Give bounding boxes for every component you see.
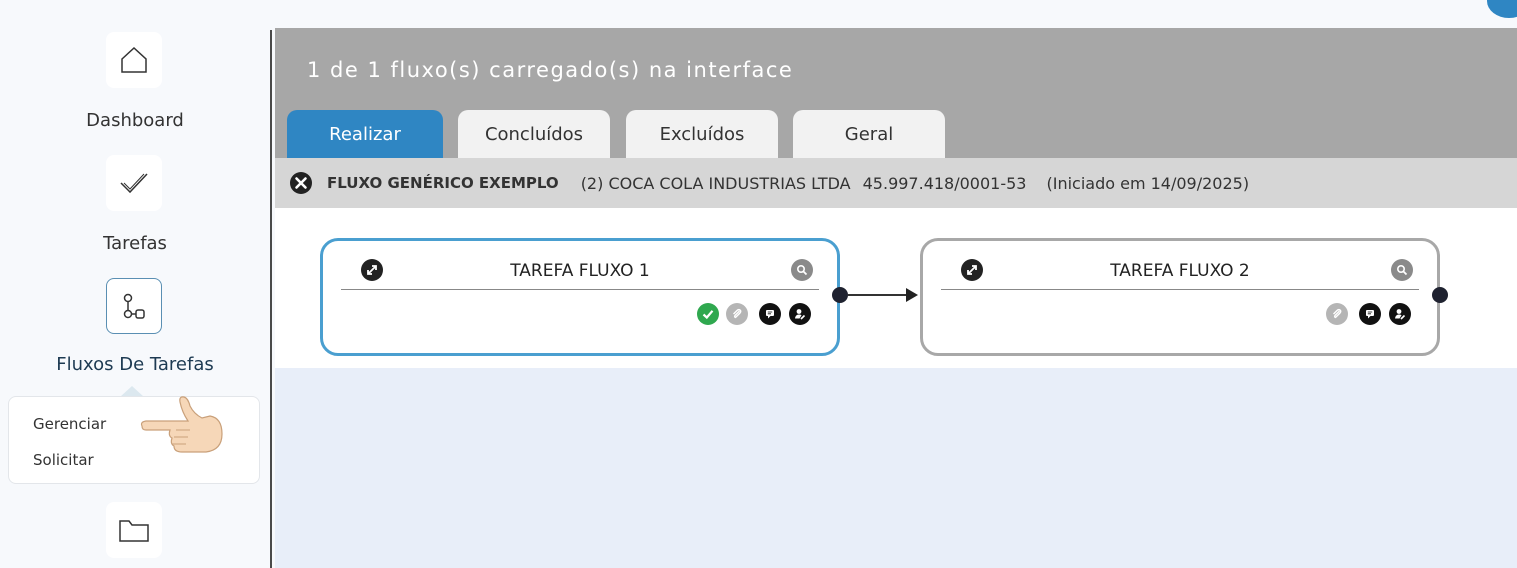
submenu-solicitar[interactable]: Solicitar <box>33 451 94 469</box>
flow-diagram: TAREFA FLUXO 1 TAREFA FLUXO 2 <box>275 208 1517 368</box>
search-icon[interactable] <box>791 259 813 281</box>
nav-tarefas-label[interactable]: Tarefas <box>0 233 270 254</box>
check-icon <box>120 173 148 194</box>
nav-fluxos-button[interactable] <box>106 278 162 334</box>
flow-company: (2) COCA COLA INDUSTRIAS LTDA <box>580 173 851 193</box>
nav-fluxos-label[interactable]: Fluxos De Tarefas <box>0 354 270 375</box>
nav-dashboard-label[interactable]: Dashboard <box>0 110 270 131</box>
assign-user-icon[interactable] <box>789 303 811 325</box>
flow-icon <box>123 293 145 319</box>
task-title: TAREFA FLUXO 2 <box>1110 261 1250 281</box>
empty-content-area <box>275 368 1517 568</box>
main-header: 1 de 1 fluxo(s) carregado(s) na interfac… <box>275 28 1517 158</box>
task-card[interactable]: TAREFA FLUXO 1 <box>320 238 840 356</box>
flow-cnpj: 45.997.418/0001-53 <box>862 173 1027 193</box>
search-icon[interactable] <box>1391 259 1413 281</box>
arrow-head-icon <box>906 288 918 302</box>
complete-check-icon[interactable] <box>697 303 719 325</box>
tab-geral[interactable]: Geral <box>793 110 945 158</box>
tab-realizar[interactable]: Realizar <box>287 110 443 158</box>
user-menu-button[interactable] <box>1487 0 1517 18</box>
close-icon[interactable] <box>289 171 313 195</box>
task-output-node[interactable] <box>832 287 848 303</box>
nav-dashboard-button[interactable] <box>106 32 162 88</box>
attachment-icon[interactable] <box>726 303 748 325</box>
nav-tarefas-button[interactable] <box>106 155 162 211</box>
task-divider <box>341 289 819 290</box>
task-title: TAREFA FLUXO 1 <box>510 261 650 281</box>
task-divider <box>941 289 1419 290</box>
comment-icon[interactable] <box>1359 303 1381 325</box>
flow-info-bar: FLUXO GENÉRICO EXEMPLO (2) COCA COLA IND… <box>275 158 1517 208</box>
task-output-node[interactable] <box>1432 287 1448 303</box>
comment-icon[interactable] <box>759 303 781 325</box>
flow-started-date: (Iniciado em 14/09/2025) <box>1046 173 1250 193</box>
flow-name: FLUXO GENÉRICO EXEMPLO <box>327 174 559 192</box>
sidebar: Dashboard Tarefas Fluxos De Tarefas Gere… <box>0 0 270 568</box>
assign-user-icon[interactable] <box>1389 303 1411 325</box>
nav-documentos-button[interactable] <box>106 502 162 558</box>
attachment-icon[interactable] <box>1326 303 1348 325</box>
task-card[interactable]: TAREFA FLUXO 2 <box>920 238 1440 356</box>
folder-icon <box>119 520 149 542</box>
submenu-gerenciar[interactable]: Gerenciar <box>33 415 106 433</box>
pointing-hand-icon <box>140 396 223 453</box>
home-icon <box>121 46 147 73</box>
page-title: 1 de 1 fluxo(s) carregado(s) na interfac… <box>307 58 794 82</box>
flow-connector <box>848 294 908 296</box>
sidebar-divider <box>270 30 272 568</box>
tab-excluidos[interactable]: Excluídos <box>626 110 778 158</box>
tab-concluidos[interactable]: Concluídos <box>458 110 610 158</box>
